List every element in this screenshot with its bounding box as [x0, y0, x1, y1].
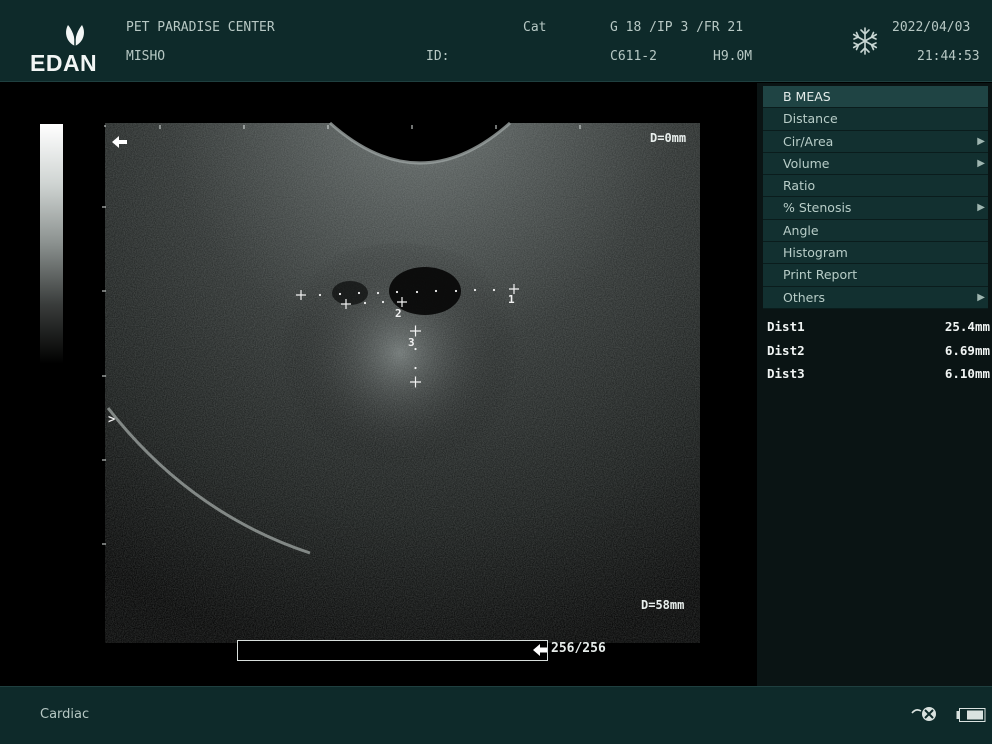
- battery-icon: [956, 708, 986, 722]
- leaf-logo-icon: [66, 25, 84, 46]
- ultrasound-scan: [102, 121, 700, 663]
- depth-top-label: D=0mm: [650, 131, 687, 145]
- patient-name: MISHO: [126, 49, 166, 64]
- menu-item-label: % Stenosis: [783, 200, 852, 216]
- brand-name: EDAN: [30, 50, 98, 76]
- result-name: Dist3: [767, 366, 805, 381]
- result-row-dist3: Dist3 6.10mm: [767, 366, 990, 390]
- result-value: 25.4mm: [944, 319, 990, 334]
- menu-title: B MEAS: [763, 86, 988, 109]
- speckle-texture: [105, 123, 700, 643]
- cine-arrow-icon: [533, 644, 547, 656]
- measurement-results: Dist1 25.4mm Dist2 6.69mm Dist3 6.10mm: [767, 319, 990, 390]
- patient-id-label: ID:: [426, 49, 450, 64]
- menu-item-print-report[interactable]: Print Report: [763, 264, 988, 287]
- menu-item-label: Distance: [783, 111, 838, 127]
- exam-preset: Cardiac: [40, 707, 90, 722]
- result-value: 6.10mm: [944, 366, 990, 381]
- submenu-arrow-icon: ▶: [977, 202, 985, 214]
- focus-marker: >: [108, 412, 116, 426]
- menu-item-label: Print Report: [783, 267, 858, 283]
- status-bar: Cardiac: [0, 686, 992, 744]
- submenu-arrow-icon: ▶: [977, 135, 985, 147]
- species-label: Cat: [523, 20, 547, 35]
- menu-item-label: Others: [783, 289, 826, 305]
- ultrasound-image-area[interactable]: D=0mm D=58mm > 1 2 3 256/256: [0, 83, 757, 686]
- cine-progress-bar[interactable]: [237, 640, 548, 661]
- menu-item-volume[interactable]: Volume ▶: [763, 152, 988, 176]
- probe-model: C611-2: [610, 49, 657, 64]
- result-row-dist2: Dist2 6.69mm: [767, 343, 990, 367]
- result-name: Dist1: [767, 319, 805, 334]
- menu-item-label: Angle: [783, 222, 819, 238]
- cine-frame-counter: 256/256: [551, 641, 606, 656]
- probe-frequency: H9.0M: [713, 49, 753, 64]
- menu-item-distance[interactable]: Distance: [763, 108, 988, 131]
- measurement-label-2: 2: [395, 307, 402, 320]
- exam-date: 2022/04/03: [892, 20, 971, 35]
- menu-item-stenosis[interactable]: % Stenosis ▶: [763, 197, 988, 220]
- measurement-label-1: 1: [508, 293, 515, 306]
- measurement-panel: B MEAS Distance Cir/Area ▶ Volume ▶ Ratio …: [757, 83, 992, 686]
- menu-item-cir-area[interactable]: Cir/Area ▶: [763, 130, 988, 153]
- menu-item-label: Histogram: [783, 245, 848, 261]
- menu-item-angle[interactable]: Angle: [763, 219, 988, 243]
- imaging-params: G 18 /IP 3 /FR 21: [610, 20, 744, 35]
- result-name: Dist2: [767, 342, 805, 358]
- trackball-icon: [911, 707, 936, 721]
- result-row-dist1: Dist1 25.4mm: [767, 319, 990, 343]
- snowflake-icon[interactable]: [850, 26, 880, 56]
- menu-item-label: Cir/Area: [783, 133, 834, 149]
- menu-item-others[interactable]: Others ▶: [763, 286, 988, 309]
- menu-item-label: Volume: [783, 155, 830, 171]
- submenu-arrow-icon: ▶: [977, 157, 985, 169]
- menu-item-histogram[interactable]: Histogram: [763, 242, 988, 265]
- measurement-label-3: 3: [408, 336, 415, 349]
- menu-item-ratio[interactable]: Ratio: [763, 175, 988, 198]
- header-bar: EDAN PET PARADISE CENTER MISHO ID: Cat G…: [0, 0, 992, 82]
- hospital-name: PET PARADISE CENTER: [126, 20, 275, 35]
- result-value: 6.69mm: [944, 342, 990, 358]
- menu-item-label: Ratio: [783, 178, 816, 194]
- edan-logo: EDAN: [30, 22, 114, 76]
- b-meas-menu: B MEAS Distance Cir/Area ▶ Volume ▶ Ratio …: [763, 86, 988, 309]
- depth-bottom-label: D=58mm: [641, 598, 685, 612]
- exam-time: 21:44:53: [917, 49, 980, 64]
- submenu-arrow-icon: ▶: [977, 291, 985, 303]
